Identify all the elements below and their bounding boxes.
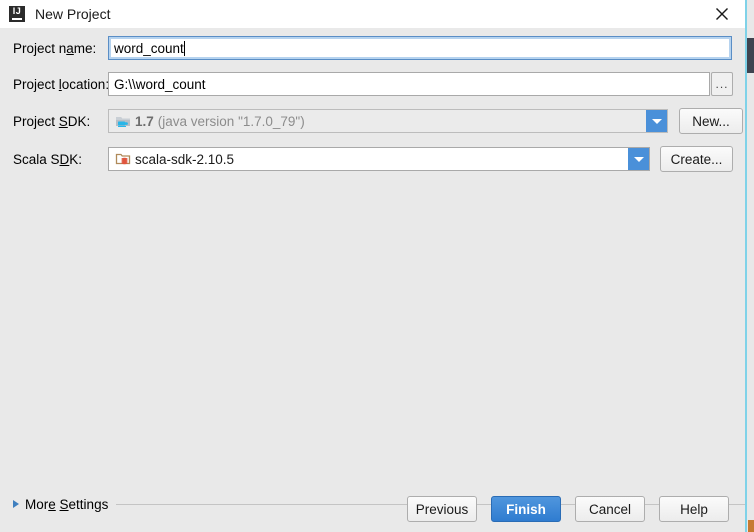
- scala-sdk-label: Scala SDK:: [13, 151, 83, 167]
- project-name-value: word_count: [114, 40, 184, 56]
- dialog-footer: Previous Finish Cancel Help: [0, 486, 745, 532]
- intellij-idea-icon-text: IJ: [12, 6, 22, 16]
- scala-sdk-name: scala-sdk-2.10.5: [135, 151, 235, 167]
- new-sdk-button[interactable]: New...: [679, 108, 743, 134]
- project-location-input[interactable]: G:\\word_count: [108, 72, 710, 96]
- new-project-dialog: IJ New Project Project name: word_count …: [0, 0, 745, 532]
- ellipsis-icon: ...: [715, 77, 729, 91]
- cancel-button-label: Cancel: [588, 501, 632, 517]
- project-sdk-label: Project SDK:: [13, 113, 91, 129]
- chevron-down-icon: [651, 118, 662, 124]
- backdrop-dark-panel: [746, 38, 754, 73]
- text-caret: [183, 40, 185, 56]
- dialog-content: Project name: word_count Project locatio…: [0, 28, 745, 532]
- project-name-row: Project name: word_count: [0, 36, 745, 60]
- project-sdk-dropdown-arrow[interactable]: [646, 110, 667, 132]
- intellij-idea-icon-bar: [12, 18, 22, 20]
- new-sdk-button-label: New...: [692, 113, 730, 129]
- previous-button-label: Previous: [415, 501, 469, 517]
- finish-button[interactable]: Finish: [491, 496, 561, 522]
- project-name-label: Project name:: [13, 40, 97, 56]
- java-sdk-folder-icon: [116, 117, 130, 127]
- help-button-label: Help: [680, 501, 708, 517]
- project-location-label: Project location:: [13, 76, 110, 92]
- scala-sdk-folder-icon: [115, 153, 131, 165]
- project-sdk-combo[interactable]: 1.7 (java version "1.7.0_79"): [108, 109, 668, 133]
- project-name-input[interactable]: word_count: [108, 36, 732, 60]
- close-icon: [716, 8, 728, 20]
- scala-sdk-row: Scala SDK: scala-sdk-2.10.5 Create...: [0, 146, 745, 172]
- chevron-down-icon: [633, 156, 644, 162]
- browse-folder-button[interactable]: ...: [711, 72, 733, 96]
- scala-sdk-dropdown-arrow[interactable]: [628, 148, 649, 170]
- project-sdk-description: (java version "1.7.0_79"): [157, 113, 305, 129]
- backdrop-orange-marker: [748, 520, 754, 532]
- dialog-title: New Project: [35, 6, 111, 22]
- create-scala-sdk-button[interactable]: Create...: [660, 146, 733, 172]
- cancel-button[interactable]: Cancel: [575, 496, 645, 522]
- intellij-idea-icon: IJ: [9, 6, 25, 22]
- project-sdk-value: 1.7 (java version "1.7.0_79"): [109, 113, 646, 129]
- project-sdk-version: 1.7: [135, 113, 154, 129]
- create-scala-sdk-button-label: Create...: [670, 151, 723, 167]
- project-location-value: G:\\word_count: [114, 76, 206, 92]
- close-button[interactable]: [699, 0, 745, 28]
- previous-button[interactable]: Previous: [407, 496, 477, 522]
- scala-sdk-combo[interactable]: scala-sdk-2.10.5: [108, 147, 650, 171]
- dialog-titlebar: IJ New Project: [0, 0, 745, 28]
- finish-button-label: Finish: [506, 501, 546, 517]
- project-location-row: Project location: G:\\word_count ...: [0, 72, 745, 96]
- scala-sdk-value: scala-sdk-2.10.5: [109, 151, 628, 167]
- project-sdk-row: Project SDK: 1.7 (java version "1.7.0_79…: [0, 108, 745, 134]
- help-button[interactable]: Help: [659, 496, 729, 522]
